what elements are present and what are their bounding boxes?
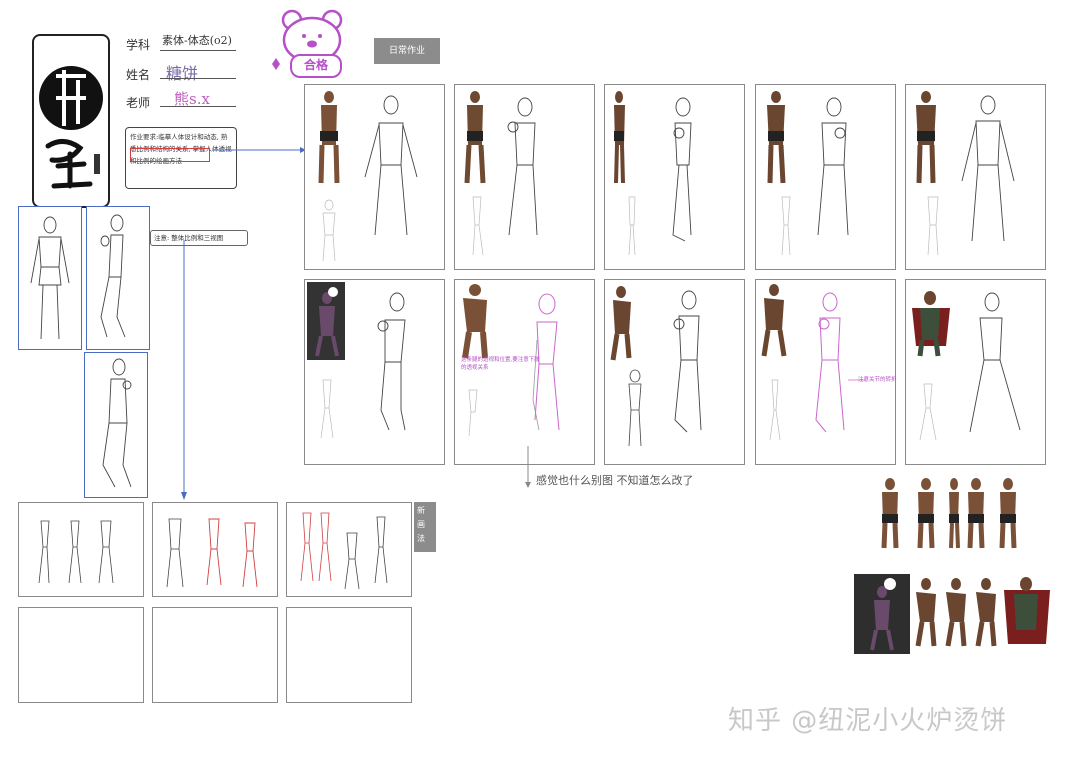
study-panel-6 — [304, 279, 445, 465]
bear-sticker: 合格 — [268, 6, 354, 78]
practice-panel-3 — [286, 502, 412, 597]
study-panel-5 — [905, 84, 1046, 270]
watermark: 知乎 @纽泥小火炉烫饼 — [728, 706, 1008, 736]
practice-panel-1 — [18, 502, 144, 597]
study-panel-2 — [454, 84, 595, 270]
sticker-text: 合格 — [290, 54, 342, 78]
arrow-note: 感觉也什么别图 不知道怎么改了 — [536, 474, 694, 487]
study-panel-10 — [905, 279, 1046, 465]
study-panel-8 — [604, 279, 745, 465]
task-note-box: 作业要求:临摹人体设计和动态, 熟悉比例和结构的关系, 掌握人体透视和比例的绘画… — [125, 127, 237, 189]
course-value: 素体-体态(o2) — [162, 34, 232, 47]
note-arrow-icon — [525, 446, 531, 488]
side-note-text: 注意: 整体比例和三视图 — [154, 234, 224, 242]
sketch-back-frame — [84, 352, 148, 498]
empty-panel-3 — [286, 607, 412, 703]
sketch-side-frame — [86, 206, 150, 350]
study-panel-9: 注意关节的转折 — [755, 279, 897, 465]
empty-panel-2 — [152, 607, 278, 703]
study-panel-3 — [604, 84, 745, 270]
study-panel-1 — [304, 84, 445, 270]
down-arrow-icon — [181, 240, 187, 500]
teacher-label: 老师 — [126, 96, 151, 110]
name-value: 糖饼 — [166, 64, 199, 83]
new-method-tag: 新 画 法 — [414, 502, 436, 552]
pink-note: 这条腿的透视和位置,要注意下肢的透视关系 — [461, 357, 540, 371]
logo-card — [32, 34, 110, 208]
connector-arrow-icon — [212, 147, 306, 153]
course-label: 学科 — [126, 38, 151, 52]
empty-panel-1 — [18, 607, 144, 703]
study-panel-4 — [755, 84, 896, 270]
study-panel-7: 这条腿的透视和位置,要注意下肢的透视关系 — [454, 279, 595, 465]
sketch-front-frame — [18, 206, 82, 350]
name-label: 姓名 — [126, 68, 151, 82]
practice-panel-2 — [152, 502, 278, 597]
side-note: 注意: 整体比例和三视图 — [150, 230, 248, 246]
header-form: 学科 素体-体态(o2) 姓名 糖饼 老师 熊s.x — [126, 30, 241, 110]
homework-tag: 日常作业 — [374, 38, 440, 64]
reference-figures — [854, 470, 1054, 660]
calligraphy-logo-icon — [39, 66, 103, 189]
